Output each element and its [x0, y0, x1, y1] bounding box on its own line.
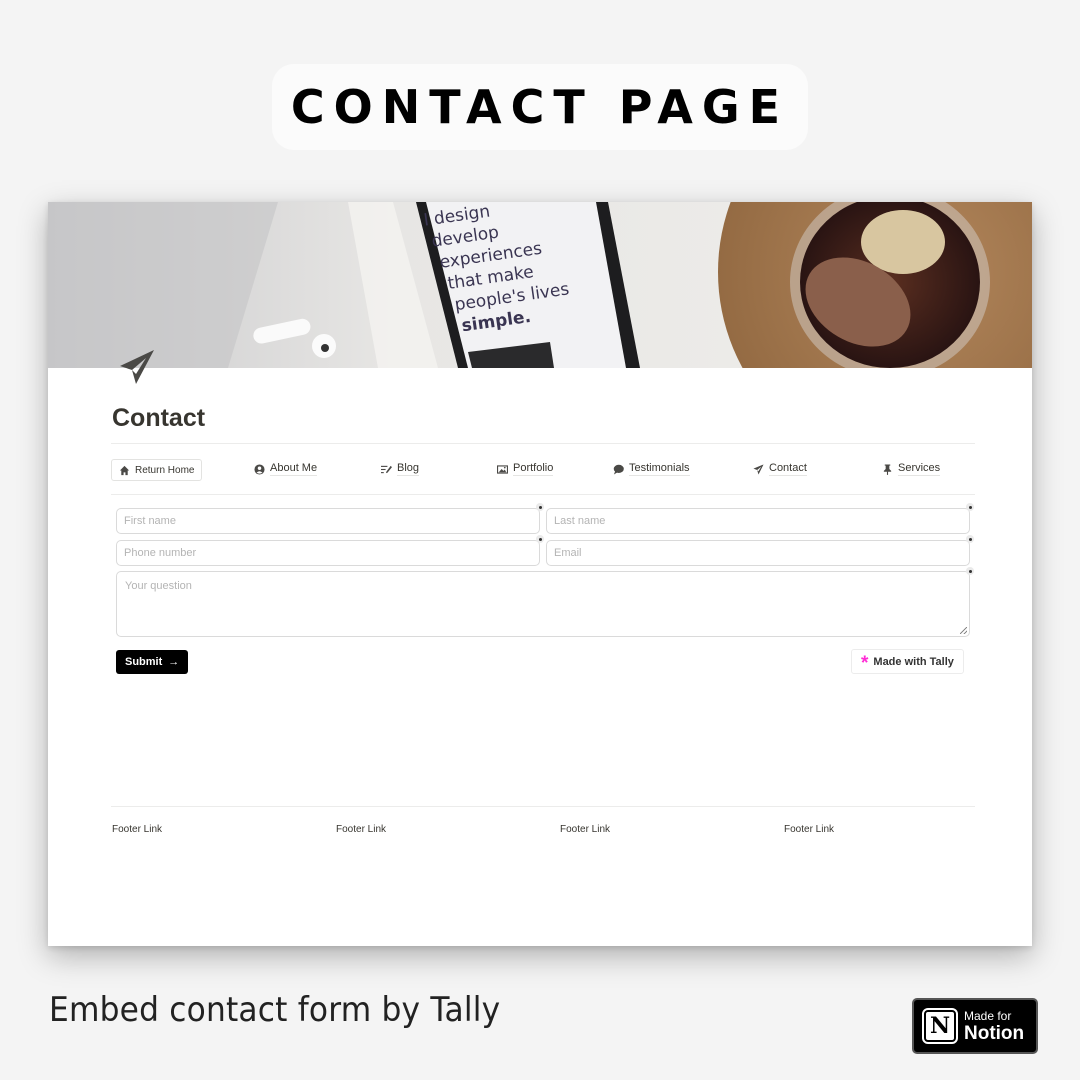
required-indicator: [966, 567, 974, 575]
nav-label: Services: [898, 462, 941, 476]
nav-testimonials[interactable]: Testimonials: [613, 458, 690, 480]
promo-title: CONTACT PAGE: [290, 80, 790, 134]
notion-page-window: I design develop experiences that make p…: [48, 202, 1032, 946]
required-indicator: [536, 503, 544, 511]
nav-label: Portfolio: [513, 462, 554, 476]
user-circle-icon: [254, 463, 265, 475]
nav-about-me[interactable]: About Me: [254, 458, 318, 480]
nav-top-divider: [111, 443, 975, 444]
submit-button[interactable]: Submit →: [116, 650, 189, 674]
home-icon: [119, 465, 130, 475]
made-for-notion-badge: N Made for Notion: [912, 998, 1038, 1054]
made-with-tally-badge[interactable]: * Made with Tally: [851, 649, 964, 674]
phone-number-input[interactable]: Phone number: [116, 540, 540, 566]
required-indicator: [536, 535, 544, 543]
first-name-input[interactable]: First name: [116, 508, 540, 534]
paper-plane-icon: [753, 463, 764, 475]
speech-bubble-icon: [613, 464, 624, 475]
nav-bar: Return Home About Me Blog Portfolio Test…: [111, 458, 975, 481]
question-placeholder: Your question: [125, 580, 192, 592]
cover-image: I design develop experiences that make p…: [48, 202, 1032, 368]
resize-handle[interactable]: [960, 627, 967, 634]
nav-label: Contact: [769, 462, 807, 476]
tally-star-icon: *: [861, 652, 869, 674]
coffee-coaster: [718, 202, 1032, 368]
promo-title-box: CONTACT PAGE: [272, 64, 808, 150]
arrow-right-icon: →: [168, 656, 180, 668]
last-name-input[interactable]: Last name: [546, 508, 970, 534]
nav-blog[interactable]: Blog: [381, 458, 420, 480]
required-indicator: [966, 503, 974, 511]
footer-link[interactable]: Footer Link: [784, 824, 834, 835]
page-title: Contact: [112, 404, 206, 432]
nav-contact[interactable]: Contact: [753, 458, 807, 480]
nav-portfolio[interactable]: Portfolio: [497, 458, 554, 480]
nav-label: Return Home: [135, 464, 195, 476]
required-indicator: [966, 535, 974, 543]
email-input[interactable]: Email: [546, 540, 970, 566]
nav-label: Blog: [397, 462, 420, 476]
nav-label: Testimonials: [629, 462, 690, 476]
nav-label: About Me: [270, 462, 318, 476]
notion-logo-icon: N: [922, 1008, 958, 1044]
submit-label: Submit: [125, 656, 163, 668]
footer-link[interactable]: Footer Link: [560, 824, 610, 835]
badge-line1: Made for: [964, 1008, 1012, 1023]
nav-return-home[interactable]: Return Home: [111, 459, 203, 481]
nav-bottom-divider: [111, 494, 975, 495]
footer-link[interactable]: Footer Link: [112, 824, 162, 835]
question-textarea[interactable]: Your question: [116, 571, 970, 637]
badge-line2: Notion: [964, 1022, 1025, 1044]
tally-badge-label: Made with Tally: [873, 655, 954, 668]
pen-lines-icon: [381, 465, 392, 473]
image-icon: [497, 464, 508, 474]
promo-caption: Embed contact form by Tally: [49, 990, 501, 1030]
pin-icon: [883, 463, 892, 475]
footer-divider: [111, 806, 975, 807]
paper-plane-icon: [120, 350, 154, 384]
footer-link[interactable]: Footer Link: [336, 824, 386, 835]
nav-services[interactable]: Services: [882, 458, 941, 480]
